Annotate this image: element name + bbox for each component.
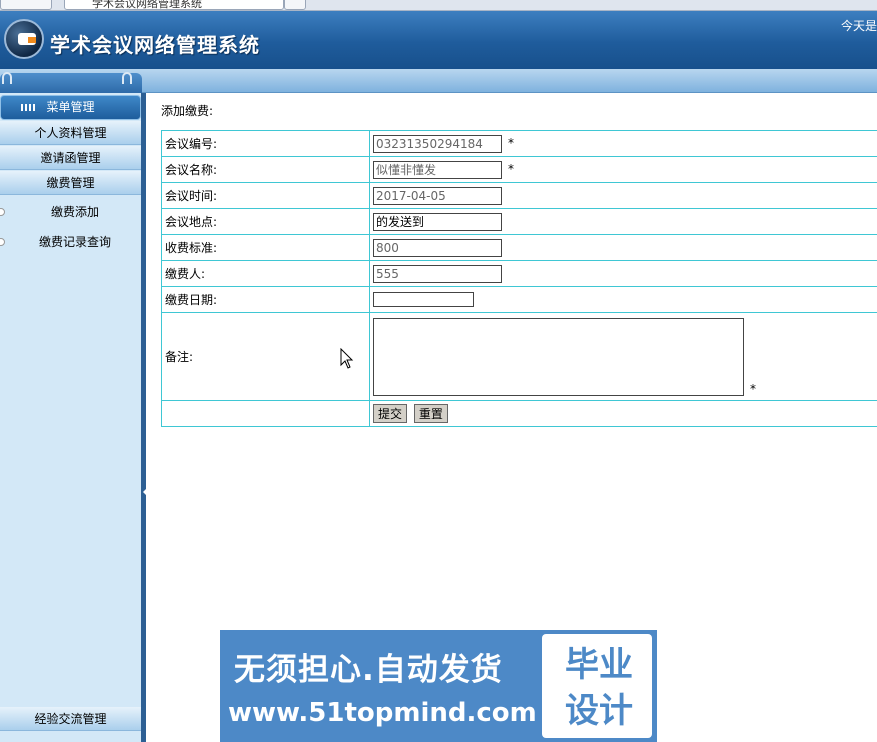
menu-tab-decor: [0, 72, 142, 93]
ring-icon: [2, 72, 12, 84]
field-label: 会议编号:: [161, 130, 370, 157]
required-mark: *: [508, 136, 514, 150]
banner-headline: 无须担心.自动发货: [234, 652, 503, 688]
sidebar-subitem-payment-records[interactable]: 缴费记录查询: [0, 230, 141, 254]
app-logo-icon: [4, 19, 44, 59]
page-title: 添加缴费:: [161, 104, 214, 118]
form-row: 会议名称: 似懂非懂发 *: [161, 156, 877, 183]
browser-tab-title: 学术会议网络管理系统: [92, 0, 202, 10]
app-header: 学术会议网络管理系统 今天是: [0, 11, 877, 69]
browser-tab-strip: 学术会议网络管理系统: [0, 0, 877, 11]
form-row: 收费标准: 800: [161, 234, 877, 261]
conference-location-field[interactable]: 的发送到: [373, 212, 502, 231]
submit-button[interactable]: 提交: [373, 404, 408, 423]
form-row: 提交 重置: [161, 400, 877, 427]
banner-badge-text: 毕业设计: [565, 645, 633, 731]
banner-url: www.51topmind.com: [228, 698, 537, 728]
mouse-cursor-icon: [340, 348, 354, 369]
sidebar-subitem-label: 缴费添加: [50, 205, 99, 219]
field-label: 会议名称:: [161, 156, 370, 183]
conference-id-field[interactable]: 03231350294184: [373, 134, 502, 153]
collapse-sidebar-icon[interactable]: [143, 487, 148, 497]
sidebar: 菜单管理 个人资料管理 邀请函管理 缴费管理 缴费添加 缴费记录查询 经验交流管…: [0, 93, 148, 742]
banner-badge: 毕业设计: [542, 634, 652, 738]
field-label: 会议时间:: [161, 182, 370, 209]
new-tab-button[interactable]: [284, 0, 306, 10]
form-row: 会议地点: 的发送到: [161, 208, 877, 235]
conference-date-field[interactable]: 2017-04-05: [373, 186, 502, 205]
payment-date-field[interactable]: [373, 292, 474, 307]
payer-field[interactable]: 555: [373, 264, 502, 283]
sidebar-item-payments[interactable]: 缴费管理: [0, 171, 141, 195]
sidebar-menu-title: 菜单管理: [46, 100, 95, 114]
header-strip: [0, 69, 877, 93]
app-title: 学术会议网络管理系统: [50, 33, 260, 57]
field-label: 备注:: [161, 312, 370, 401]
sidebar-item-experience[interactable]: 经验交流管理: [0, 707, 141, 731]
required-mark: *: [750, 381, 756, 396]
form-row: 备注: *: [161, 312, 877, 401]
form-row: 会议编号: 03231350294184 *: [161, 130, 877, 157]
browser-tab-prev[interactable]: [0, 0, 52, 10]
sidebar-subitem-label: 缴费记录查询: [38, 235, 111, 249]
sidebar-item-invitations[interactable]: 邀请函管理: [0, 146, 141, 170]
remarks-textarea[interactable]: [373, 317, 744, 396]
required-mark: *: [508, 162, 514, 176]
field-label: 缴费日期:: [161, 286, 370, 313]
reset-button[interactable]: 重置: [413, 404, 448, 423]
field-label: 缴费人:: [161, 260, 370, 287]
sidebar-menu-header[interactable]: 菜单管理: [0, 95, 141, 120]
sidebar-subitem-add-payment[interactable]: 缴费添加: [0, 200, 141, 224]
form-row: 缴费人: 555: [161, 260, 877, 287]
fee-standard-field[interactable]: 800: [373, 238, 502, 257]
form-row: 会议时间: 2017-04-05: [161, 182, 877, 209]
sidebar-item-profile[interactable]: 个人资料管理: [0, 121, 141, 145]
payment-form: 会议编号: 03231350294184 * 会议名称: 似懂非懂发 * 会议时间:…: [161, 130, 877, 427]
form-row: 缴费日期:: [161, 286, 877, 313]
watermark-banner: 无须担心.自动发货 www.51topmind.com 毕业设计: [220, 630, 657, 742]
ring-icon: [122, 72, 132, 84]
field-label: 收费标准:: [161, 234, 370, 261]
menu-grid-icon: [21, 104, 35, 111]
date-label: 今天是: [840, 19, 877, 33]
conference-name-field[interactable]: 似懂非懂发: [373, 160, 502, 179]
field-label: 会议地点:: [161, 208, 370, 235]
